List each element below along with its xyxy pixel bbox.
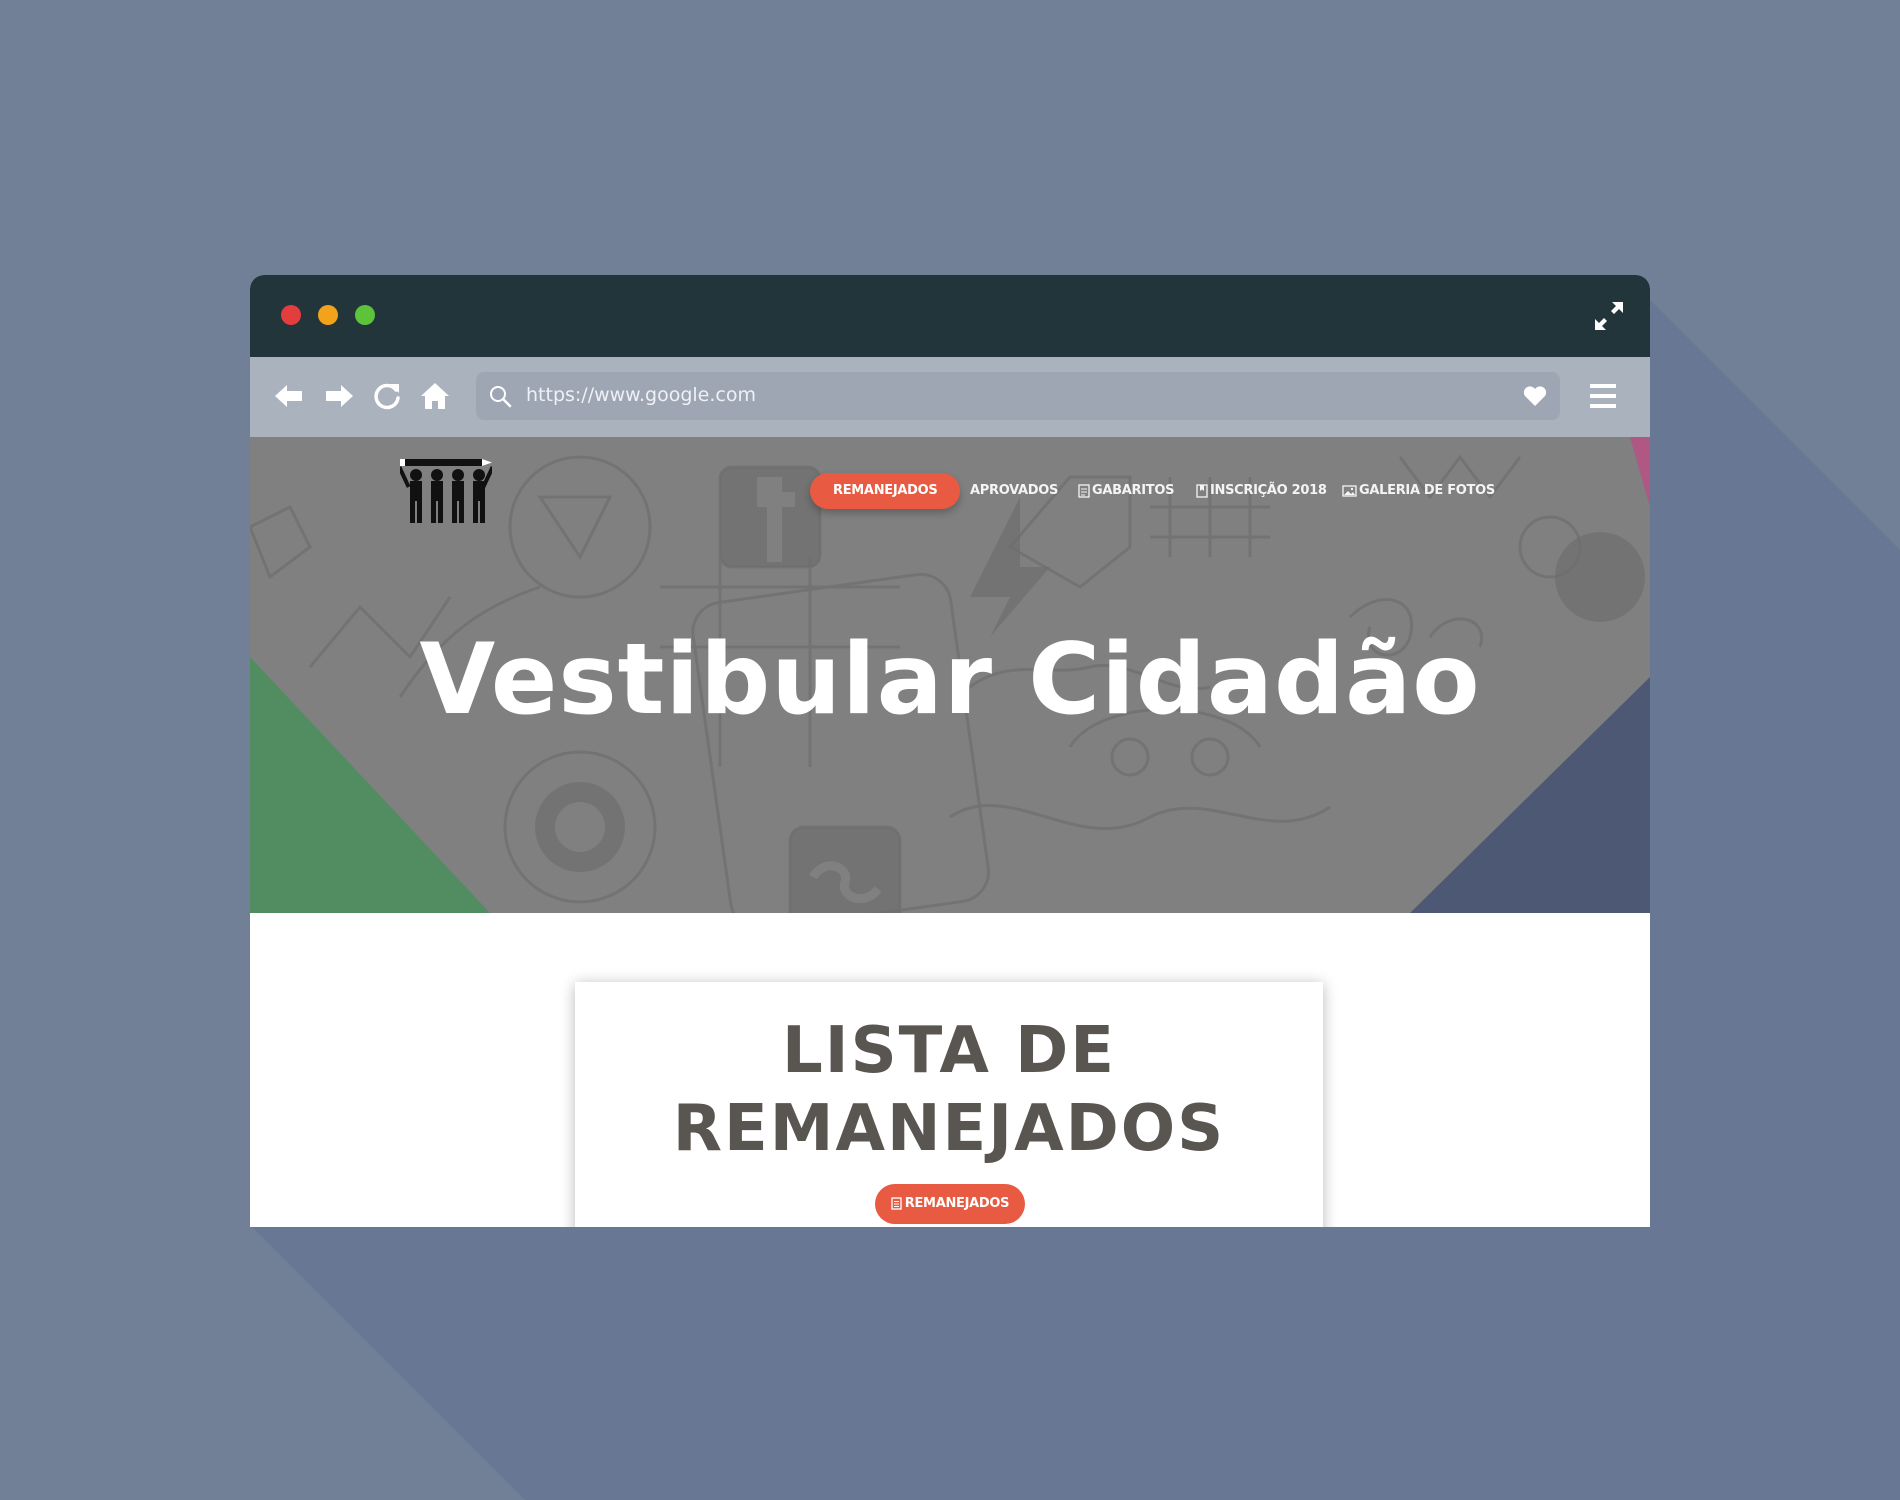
nav-inscricao-2018[interactable]: INSCRIÇÃO 2018 <box>1196 473 1327 509</box>
image-icon <box>1342 484 1357 497</box>
document-icon <box>1078 483 1090 498</box>
search-icon <box>490 386 512 408</box>
hamburger-menu-icon[interactable] <box>1588 381 1618 411</box>
home-icon[interactable] <box>418 379 452 413</box>
forward-arrow-icon[interactable] <box>322 379 356 413</box>
remanejados-button[interactable]: REMANEJADOS <box>875 1184 1025 1224</box>
maximize-window-button[interactable] <box>355 305 375 325</box>
people-holding-pencil-logo[interactable] <box>400 457 492 525</box>
hero-banner: REMANEJADOS APROVADOS GABARITOS INSCRIÇÃ… <box>250 437 1650 913</box>
nav-galeria-label: GALERIA DE FOTOS <box>1359 483 1495 498</box>
nav-gabaritos[interactable]: GABARITOS <box>1078 473 1174 509</box>
title-bar <box>250 275 1650 357</box>
url-text[interactable]: https://www.google.com <box>526 384 756 406</box>
card-title: LISTA DE REMANEJADOS <box>575 1012 1323 1168</box>
list-icon <box>891 1197 902 1210</box>
card-title-line1: LISTA DE <box>781 1014 1117 1088</box>
heart-icon[interactable] <box>1522 384 1548 408</box>
nav-aprovados[interactable]: APROVADOS <box>970 473 1058 509</box>
bookmark-icon <box>1196 483 1208 498</box>
card-title-line2: REMANEJADOS <box>672 1092 1226 1166</box>
nav-remanejados-label: REMANEJADOS <box>833 483 938 498</box>
remanejados-button-label: REMANEJADOS <box>904 1196 1010 1211</box>
minimize-window-button[interactable] <box>318 305 338 325</box>
hero-title: Vestibular Cidadão <box>419 623 1481 737</box>
address-bar[interactable]: https://www.google.com <box>476 372 1560 420</box>
nav-gabaritos-label: GABARITOS <box>1092 483 1175 498</box>
nav-aprovados-label: APROVADOS <box>970 483 1059 498</box>
back-arrow-icon[interactable] <box>272 379 306 413</box>
nav-inscricao-label: INSCRIÇÃO 2018 <box>1210 483 1327 498</box>
nav-remanejados[interactable]: REMANEJADOS <box>810 473 961 509</box>
browser-toolbar: https://www.google.com <box>250 357 1650 437</box>
nav-galeria-de-fotos[interactable]: GALERIA DE FOTOS <box>1342 473 1495 509</box>
reload-icon[interactable] <box>370 379 404 413</box>
browser-window: https://www.google.com REMANEJADOS APROV… <box>250 275 1650 1227</box>
remanejados-card: LISTA DE REMANEJADOS REMANEJADOS <box>575 982 1323 1227</box>
close-window-button[interactable] <box>281 305 301 325</box>
expand-arrows-icon[interactable] <box>1592 299 1626 333</box>
